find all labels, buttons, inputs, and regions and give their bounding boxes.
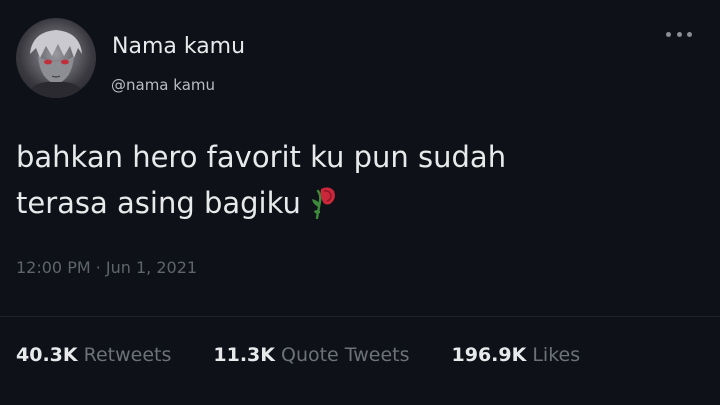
engagement-stats: 40.3K Retweets 11.3K Quote Tweets 196.9K… (16, 344, 580, 366)
tweet-text-line-2-content: terasa asing bagiku (16, 186, 301, 220)
retweets-count: 40.3K (16, 344, 78, 366)
tweet-text-line-1: bahkan hero favorit ku pun sudah (16, 140, 507, 174)
likes-label: Likes (532, 344, 581, 366)
divider (0, 316, 720, 317)
tweet-text-line-2: terasa asing bagiku (16, 180, 696, 226)
user-handle[interactable]: @nama kamu (111, 76, 215, 94)
retweets-stat[interactable]: 40.3K Retweets (16, 344, 171, 366)
likes-count: 196.9K (451, 344, 527, 366)
quote-tweets-count: 11.3K (213, 344, 275, 366)
likes-stat[interactable]: 196.9K Likes (452, 344, 581, 366)
avatar-image (26, 30, 86, 98)
quote-tweets-stat[interactable]: 11.3K Quote Tweets (213, 344, 409, 366)
tweet-text: bahkan hero favorit ku pun sudah terasa … (16, 134, 696, 226)
more-options-icon[interactable] (664, 24, 694, 44)
display-name[interactable]: Nama kamu (112, 34, 245, 59)
dot (676, 31, 682, 37)
quote-tweets-label: Quote Tweets (280, 344, 410, 366)
tweet-timestamp[interactable]: 12:00 PM · Jun 1, 2021 (16, 258, 197, 277)
wilted-rose-icon (311, 185, 337, 220)
retweets-label: Retweets (83, 344, 172, 366)
avatar[interactable] (16, 18, 96, 98)
tweet-card: Nama kamu @nama kamu bahkan hero favorit… (0, 0, 720, 405)
dot (687, 31, 692, 37)
dot (666, 31, 671, 37)
